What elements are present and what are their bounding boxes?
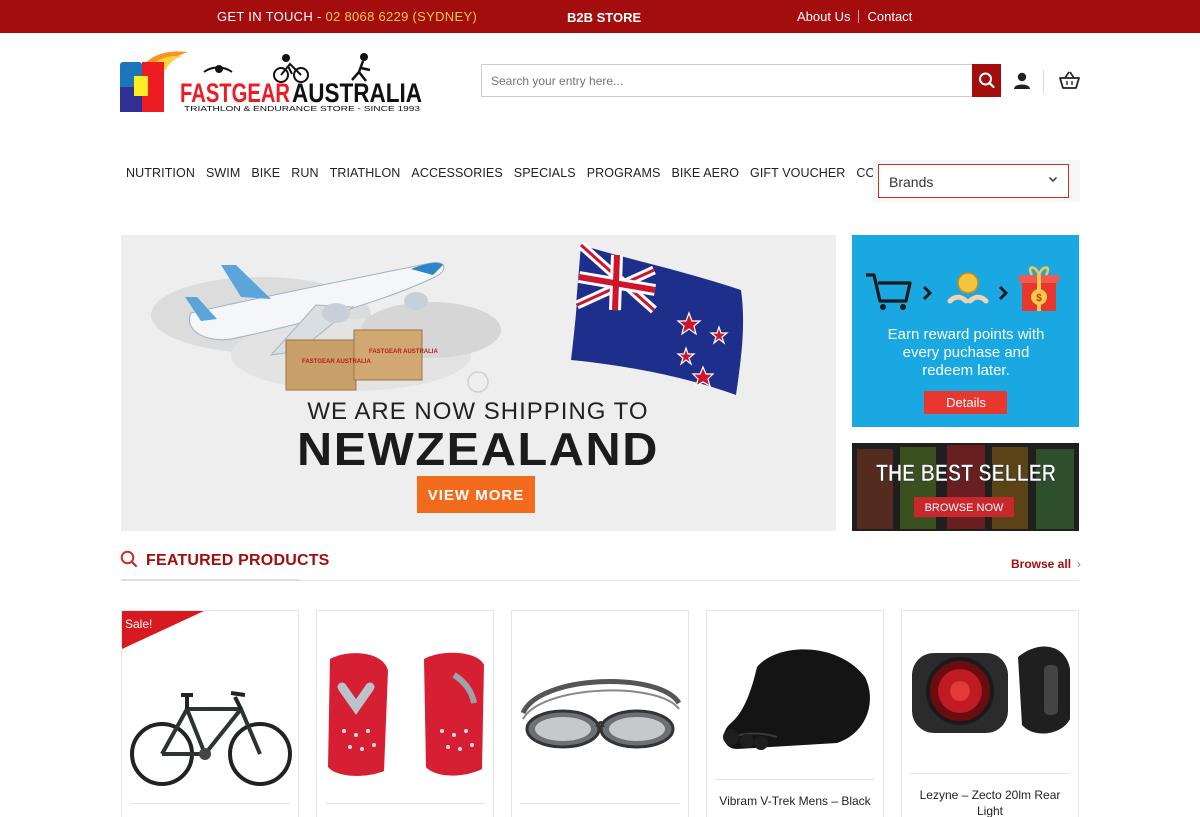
- nav-item-run[interactable]: RUN: [291, 166, 318, 180]
- search-button[interactable]: [972, 64, 1001, 97]
- sale-badge-label: Sale!: [125, 617, 153, 631]
- reward-points-banner[interactable]: $ Earn reward points with every puchase …: [852, 235, 1079, 427]
- phone-link[interactable]: 02 8068 6229 (SYDNEY): [326, 9, 478, 24]
- b2b-store-link[interactable]: B2B STORE: [567, 10, 641, 25]
- search-bar: [481, 64, 1001, 97]
- best-seller-title: THE BEST SELLER: [876, 460, 1056, 487]
- product-card[interactable]: Lezyne – Zecto 20lm Rear Light: [901, 610, 1079, 817]
- product-card[interactable]: Vibram V-Trek Mens – Black: [706, 610, 884, 817]
- toe-shoe-image: [723, 649, 870, 750]
- top-links: About Us Contact: [797, 9, 912, 24]
- header-divider: [1043, 70, 1044, 94]
- nav-item-accessories[interactable]: ACCESSORIES: [411, 166, 502, 180]
- chevron-down-icon: [1048, 176, 1058, 183]
- site-logo[interactable]: FASTGEAR AUSTRALIA TRIATHLON & ENDURANCE…: [120, 48, 422, 114]
- view-more-label: VIEW MORE: [428, 487, 525, 504]
- svg-text:FASTGEAR AUSTRALIA: FASTGEAR AUSTRALIA: [369, 349, 438, 355]
- featured-products-title: FEATURED PRODUCTS: [146, 552, 330, 569]
- divider: [858, 10, 860, 23]
- search-input[interactable]: [482, 65, 972, 96]
- nav-item-bike-aero[interactable]: BIKE AERO: [671, 166, 739, 180]
- svg-text:FASTGEAR AUSTRALIA: FASTGEAR AUSTRALIA: [302, 359, 371, 365]
- swim-paddles-image: [328, 652, 484, 776]
- product-card[interactable]: Sale!: [121, 610, 299, 817]
- browse-all-link[interactable]: Browse all ›: [1011, 557, 1081, 571]
- swim-goggles-image: [520, 679, 682, 749]
- search-icon: [979, 72, 995, 89]
- nav-item-swim[interactable]: SWIM: [206, 166, 240, 180]
- product-name[interactable]: Vibram V-Trek Mens – Black: [707, 793, 883, 809]
- nav-item-bike[interactable]: BIKE: [251, 166, 280, 180]
- nav-item-gift-voucher[interactable]: GIFT VOUCHER: [750, 166, 845, 180]
- product-card[interactable]: [316, 610, 494, 817]
- svg-text:$: $: [1036, 293, 1042, 304]
- coin-icon: [957, 272, 979, 294]
- details-label: Details: [946, 395, 986, 410]
- browse-now-label: BROWSE NOW: [925, 502, 1004, 514]
- reward-text-line3: redeem later.: [922, 362, 1010, 379]
- card-divider: [325, 803, 485, 804]
- section-title-underline: [121, 579, 299, 581]
- best-seller-banner[interactable]: THE BEST SELLER BROWSE NOW: [852, 443, 1079, 531]
- nav-item-programs[interactable]: PROGRAMS: [587, 166, 661, 180]
- rear-light-image: [912, 646, 1070, 734]
- brands-select-value: Brands: [889, 174, 934, 190]
- top-bar: GET IN TOUCH - 02 8068 6229 (SYDNEY) B2B…: [0, 0, 1200, 33]
- card-divider: [715, 779, 875, 780]
- main-nav: NUTRITION SWIM BIKE RUN TRIATHLON ACCESS…: [126, 166, 924, 180]
- cart-icon[interactable]: [1058, 70, 1081, 92]
- search-icon: [120, 550, 138, 568]
- svg-text:TRIATHLON & ENDURANCE STORE -: TRIATHLON & ENDURANCE STORE - SINCE 1993: [184, 104, 420, 113]
- card-divider: [520, 803, 680, 804]
- nav-item-specials[interactable]: SPECIALS: [514, 166, 576, 180]
- product-name[interactable]: Lezyne – Zecto 20lm Rear Light: [902, 787, 1078, 817]
- account-icon[interactable]: [1011, 70, 1033, 92]
- card-divider: [130, 803, 290, 804]
- nav-item-nutrition[interactable]: NUTRITION: [126, 166, 195, 180]
- brands-select[interactable]: Brands: [878, 164, 1069, 198]
- product-card[interactable]: [511, 610, 689, 817]
- contact-link[interactable]: Contact: [867, 9, 912, 24]
- card-divider: [910, 773, 1070, 774]
- get-in-touch: GET IN TOUCH - 02 8068 6229 (SYDNEY): [217, 9, 477, 24]
- hero-line1: WE ARE NOW SHIPPING TO: [307, 398, 648, 425]
- chevron-right-icon: ›: [1077, 557, 1082, 571]
- browse-all-label: Browse all: [1011, 557, 1072, 571]
- reward-text-line2: every puchase and: [903, 344, 1030, 361]
- reward-text-line1: Earn reward points with: [888, 326, 1045, 343]
- nav-item-triathlon[interactable]: TRIATHLON: [330, 166, 401, 180]
- hero-line2: NEWZEALAND: [297, 423, 659, 475]
- bicycle-image: [130, 691, 292, 786]
- get-in-touch-label: GET IN TOUCH -: [217, 9, 326, 24]
- about-us-link[interactable]: About Us: [797, 9, 850, 24]
- hero-banner-new-zealand[interactable]: FASTGEAR AUSTRALIA FASTGEAR AUSTRALIA WE…: [121, 235, 836, 531]
